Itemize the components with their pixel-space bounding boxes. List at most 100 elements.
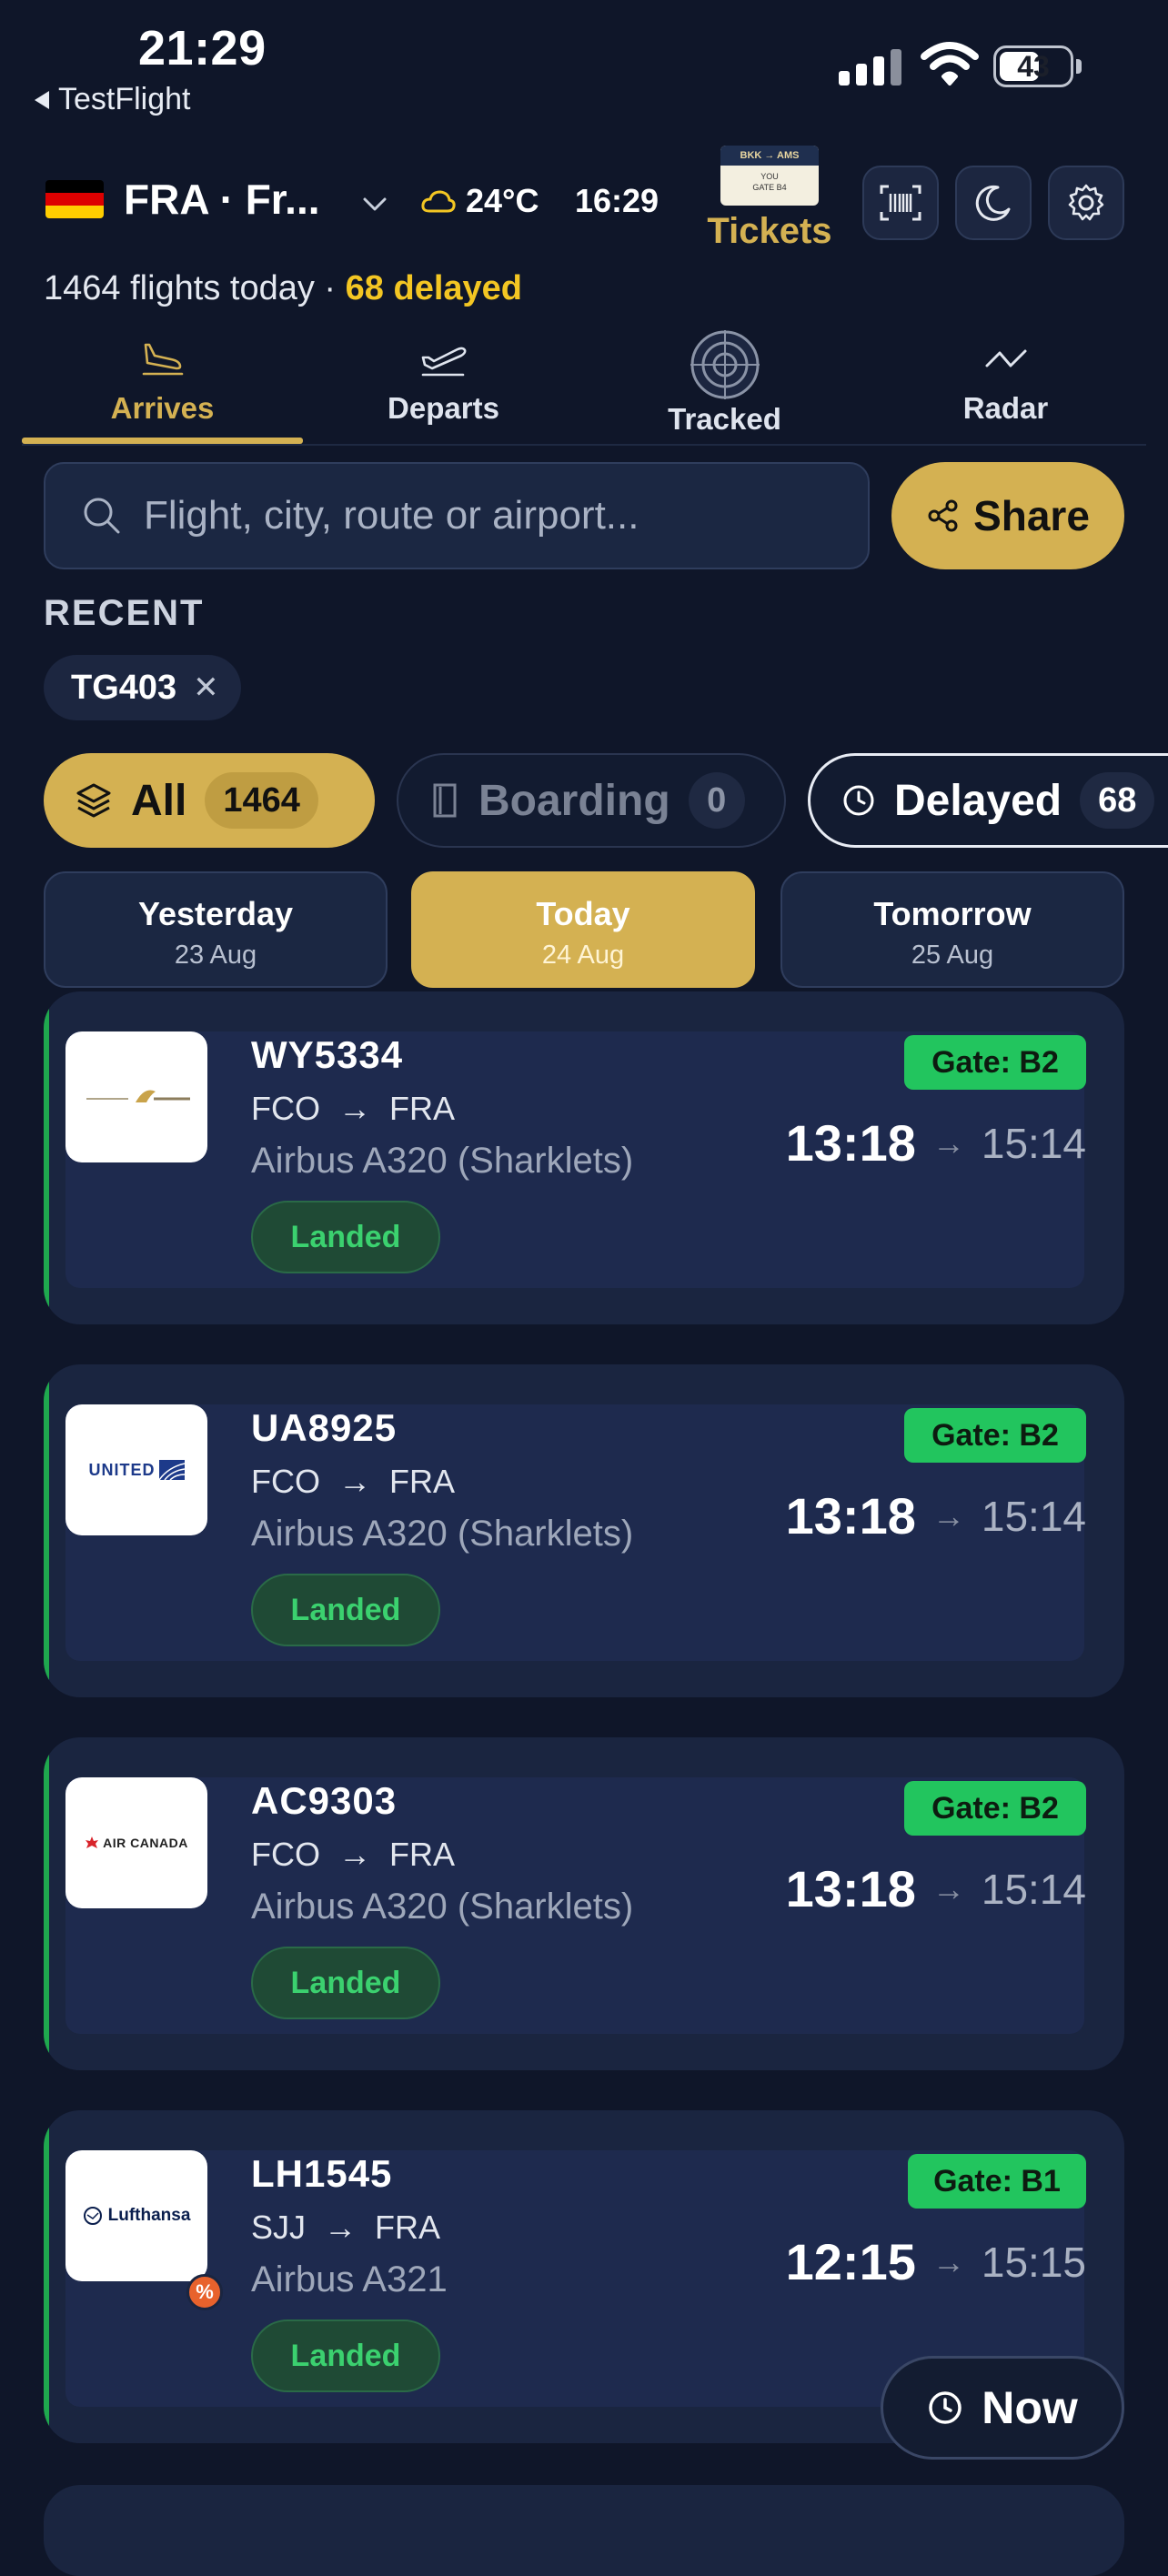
scheduled-time: 13:18 bbox=[785, 1114, 916, 1172]
status-bar: 21:29 TestFlight 43 bbox=[0, 0, 1168, 127]
wifi-icon bbox=[921, 42, 979, 86]
clock-icon bbox=[929, 2391, 962, 2424]
arrow-right-icon: → bbox=[338, 1090, 371, 1127]
pulse-icon bbox=[985, 349, 1026, 367]
flight-times: 12:15 → 15:15 bbox=[786, 2232, 1086, 2291]
airline-logo: UNITED bbox=[65, 1404, 207, 1535]
status-edge bbox=[44, 991, 49, 1324]
share-label: Share bbox=[973, 492, 1090, 539]
tab-bar: Arrives Departs Tracked Radar bbox=[22, 327, 1146, 446]
ticket-icon: BKK → AMS YOU GATE B4 bbox=[720, 146, 819, 206]
scheduled-time: 13:18 bbox=[785, 1487, 916, 1545]
aircraft-type: Airbus A320 (Sharklets) bbox=[251, 1887, 634, 1927]
cellular-signal-icon bbox=[839, 40, 901, 86]
arrow-right-icon: → bbox=[338, 1836, 371, 1873]
battery-icon: 43 bbox=[993, 45, 1082, 87]
active-tab-indicator bbox=[22, 438, 303, 444]
now-label: Now bbox=[982, 2382, 1078, 2433]
moon-icon bbox=[975, 185, 1011, 221]
cloud-icon bbox=[421, 190, 456, 213]
clock-icon bbox=[843, 785, 874, 816]
back-to-testflight[interactable]: TestFlight bbox=[35, 82, 191, 117]
arrow-right-icon: → bbox=[931, 2242, 965, 2280]
gate-badge: Gate: B2 bbox=[904, 1781, 1086, 1836]
airline-logo: Lufthansa bbox=[65, 2150, 207, 2281]
radar-target-icon bbox=[690, 330, 760, 399]
chevron-down-icon[interactable] bbox=[360, 189, 389, 218]
tickets-label: Tickets bbox=[707, 211, 832, 251]
flight-card[interactable]: UNITED UA8925 FCO → FRA Airbus A320 (Shark… bbox=[44, 1364, 1124, 1697]
filter-count: 1464 bbox=[205, 772, 318, 829]
share-button[interactable]: Share bbox=[891, 462, 1124, 569]
close-icon[interactable]: ✕ bbox=[193, 669, 219, 706]
tab-departs[interactable]: Departs bbox=[303, 327, 584, 446]
actual-time: 15:14 bbox=[981, 1119, 1086, 1167]
flight-card[interactable]: WY5334 FCO → FRA Airbus A320 (Sharklets) L… bbox=[44, 991, 1124, 1324]
flight-route: SJJ → FRA bbox=[251, 2209, 441, 2246]
barcode-scan-icon bbox=[880, 185, 921, 221]
airline-logo: AIR CANADA bbox=[65, 1777, 207, 1908]
flight-card[interactable]: AIR CANADA AC9303 FCO → FRA Airbus A320 (S… bbox=[44, 1737, 1124, 2070]
gate-badge: Gate: B1 bbox=[908, 2154, 1086, 2209]
status-badge: Landed bbox=[251, 1947, 440, 2019]
plane-landing-icon bbox=[142, 343, 183, 376]
day-yesterday[interactable]: Yesterday 23 Aug bbox=[44, 871, 388, 988]
jump-to-now-button[interactable]: Now bbox=[881, 2356, 1124, 2460]
flight-number: AC9303 bbox=[251, 1779, 398, 1822]
airport-selector[interactable]: FRA · Fr... bbox=[45, 175, 320, 224]
search-bar[interactable] bbox=[44, 462, 870, 569]
delayed-count: 68 delayed bbox=[345, 269, 522, 307]
battery-level: 43 bbox=[1017, 49, 1050, 83]
status-edge bbox=[44, 1737, 49, 2070]
local-time: 16:29 bbox=[575, 182, 660, 219]
filter-delayed[interactable]: Delayed 68 bbox=[808, 753, 1168, 848]
arrow-right-icon: → bbox=[931, 1496, 965, 1535]
flight-route: FCO → FRA bbox=[251, 1090, 455, 1127]
aircraft-type: Airbus A320 (Sharklets) bbox=[251, 1514, 634, 1554]
actual-time: 15:14 bbox=[981, 1492, 1086, 1540]
back-arrow-icon bbox=[35, 90, 49, 109]
day-tomorrow[interactable]: Tomorrow 25 Aug bbox=[780, 871, 1124, 988]
filter-count: 0 bbox=[688, 772, 745, 829]
actual-time: 15:14 bbox=[981, 1865, 1086, 1913]
arrow-right-icon: → bbox=[931, 1123, 965, 1162]
filter-count: 68 bbox=[1080, 772, 1155, 829]
flight-route: FCO → FRA bbox=[251, 1836, 455, 1873]
gate-badge: Gate: B2 bbox=[904, 1035, 1086, 1090]
door-icon bbox=[433, 783, 457, 818]
tab-arrives[interactable]: Arrives bbox=[22, 327, 303, 446]
flight-times: 13:18 → 15:14 bbox=[786, 1486, 1086, 1545]
flight-card[interactable] bbox=[44, 2485, 1124, 2576]
tab-radar[interactable]: Radar bbox=[865, 327, 1146, 446]
plane-takeoff-icon bbox=[421, 347, 466, 377]
day-today[interactable]: Today 24 Aug bbox=[411, 871, 755, 988]
germany-flag-icon bbox=[45, 180, 104, 218]
settings-button[interactable] bbox=[1048, 166, 1124, 240]
layers-icon bbox=[76, 783, 111, 818]
tickets-button[interactable]: BKK → AMS YOU GATE B4 Tickets bbox=[700, 146, 839, 252]
recent-chip[interactable]: TG403 ✕ bbox=[44, 655, 241, 720]
airline-logo bbox=[65, 1031, 207, 1162]
dark-mode-button[interactable] bbox=[955, 166, 1032, 240]
status-edge bbox=[44, 1364, 49, 1697]
actual-time: 15:15 bbox=[981, 2238, 1086, 2286]
arrow-right-icon: → bbox=[338, 1463, 371, 1500]
temperature: 24°C bbox=[466, 182, 539, 219]
scan-boarding-pass-button[interactable] bbox=[862, 166, 939, 240]
status-badge: Landed bbox=[251, 2319, 440, 2392]
recent-chip-label: TG403 bbox=[71, 668, 177, 707]
back-label: TestFlight bbox=[58, 82, 191, 116]
search-input[interactable] bbox=[144, 493, 853, 538]
filter-boarding[interactable]: Boarding 0 bbox=[397, 753, 786, 848]
recent-heading: RECENT bbox=[44, 593, 205, 633]
airport-name: FRA · Fr... bbox=[124, 176, 320, 223]
flight-number: LH1545 bbox=[251, 2152, 393, 2195]
share-icon bbox=[928, 499, 958, 532]
status-badge: Landed bbox=[251, 1574, 440, 1646]
flight-times: 13:18 → 15:14 bbox=[786, 1859, 1086, 1918]
scheduled-time: 13:18 bbox=[785, 1860, 916, 1917]
filter-all[interactable]: All 1464 bbox=[44, 753, 375, 848]
scheduled-time: 12:15 bbox=[785, 2233, 916, 2290]
flight-number: WY5334 bbox=[251, 1033, 404, 1076]
tab-tracked[interactable]: Tracked bbox=[584, 327, 865, 446]
